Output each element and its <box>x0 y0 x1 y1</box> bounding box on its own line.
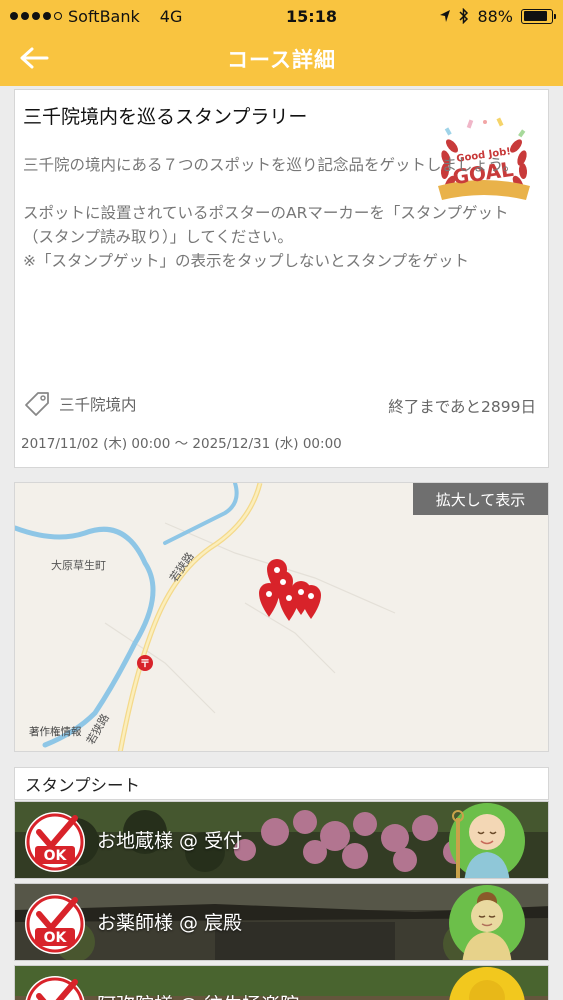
map-canvas: 〒 <box>15 483 548 751</box>
stamp-sheet-header: スタンプシート <box>14 767 549 800</box>
clock: 15:18 <box>286 6 337 26</box>
nav-bar: コース詳細 <box>0 32 563 86</box>
remaining-days: 終了まであと2899日 <box>388 398 536 416</box>
svg-text:OK: OK <box>44 930 68 946</box>
status-bar: SoftBank 4G 15:18 88% <box>0 0 563 32</box>
stamp-row[interactable]: OK お地蔵様 @ 受付 <box>14 801 549 879</box>
bluetooth-icon <box>459 8 469 24</box>
ok-stamp-icon: OK <box>25 976 85 1000</box>
svg-text:〒: 〒 <box>140 658 150 670</box>
back-button[interactable] <box>14 40 54 76</box>
map-attribution-link[interactable]: 著作権情報 <box>29 724 82 739</box>
back-arrow-icon <box>20 47 49 69</box>
carrier-label: SoftBank <box>68 6 140 26</box>
expand-map-button[interactable]: 拡大して表示 <box>413 483 548 515</box>
location-arrow-icon <box>440 10 451 22</box>
tag-icon <box>25 392 49 416</box>
page-title: コース詳細 <box>227 48 336 72</box>
stamp-label: お薬師様 @ 宸殿 <box>97 912 243 934</box>
place-row: 三千院境内 <box>23 390 137 418</box>
battery-fill <box>523 11 548 21</box>
course-title: 三千院境内を巡るスタンプラリー <box>23 106 308 128</box>
course-period: 2017/11/02 (木) 00:00 〜 2025/12/31 (水) 00… <box>21 436 342 452</box>
ok-stamp-icon: OK <box>25 812 85 872</box>
ok-stamp-icon: OK <box>25 894 85 954</box>
map-view[interactable]: 〒 大原草生町 若狭路 若狭路 著作権情報 拡大して表示 <box>14 482 549 752</box>
stamp-label: お地蔵様 @ 受付 <box>97 830 243 852</box>
course-description: 三千院の境内にある７つのスポットを巡り記念品をゲットしましょう。 スポットに設置… <box>23 156 519 270</box>
course-info-card: 三千院境内を巡るスタンプラリー Good Job! GOAL 三千院の境内にある… <box>14 89 549 468</box>
stamp-label: 阿弥陀様 @ 往生極楽院 <box>97 990 299 1000</box>
battery-percent: 88% <box>477 6 513 26</box>
place-label: 三千院境内 <box>59 396 137 414</box>
jizo-icon <box>449 803 525 878</box>
stamp-row[interactable]: OK 阿弥陀様 @ 往生極楽院 <box>14 965 549 1000</box>
yakushi-icon <box>449 885 525 960</box>
signal-strength-icon <box>10 12 62 20</box>
network-label: 4G <box>159 6 183 26</box>
svg-text:OK: OK <box>44 848 68 864</box>
stamp-row[interactable]: OK お薬師様 @ 宸殿 <box>14 883 549 961</box>
amida-icon <box>449 967 525 1000</box>
map-town-label: 大原草生町 <box>51 559 106 572</box>
battery-icon <box>521 8 556 24</box>
